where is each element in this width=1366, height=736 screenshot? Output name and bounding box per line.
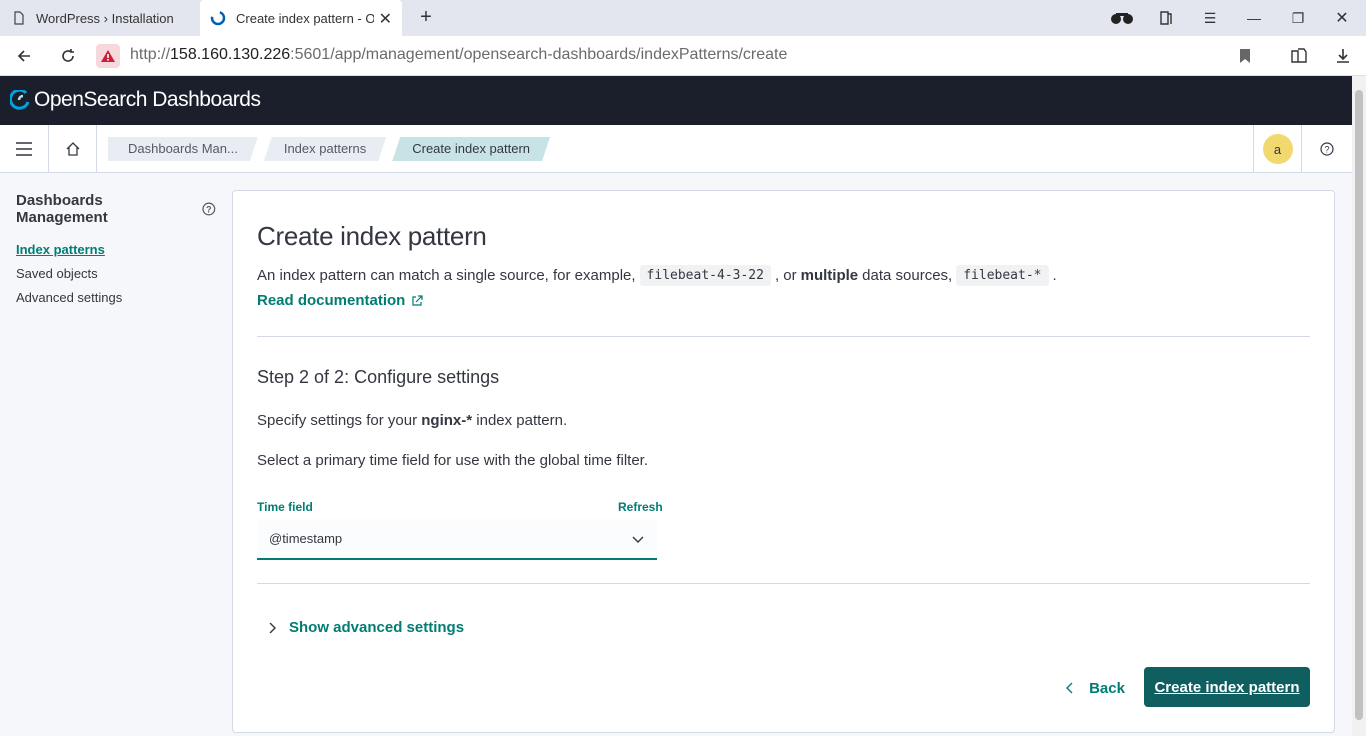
example-code-multiple: filebeat-* (956, 265, 1049, 286)
description-text: An index pattern can match a single sour… (257, 267, 636, 284)
sidebar-item-index-patterns[interactable]: Index patterns (16, 242, 216, 257)
description-bold: multiple (800, 267, 859, 284)
read-documentation-link[interactable]: Read documentation (257, 292, 423, 309)
divider (257, 583, 1310, 584)
url-prefix: http:// (130, 46, 171, 63)
back-arrow-icon[interactable] (12, 44, 36, 68)
svg-text:?: ? (1324, 145, 1329, 155)
close-window-icon[interactable]: ✕ (1320, 0, 1364, 36)
step-title: Step 2 of 2: Configure settings (257, 367, 500, 387)
main-panel: Create index pattern An index pattern ca… (232, 190, 1335, 733)
breadcrumb-bar: Dashboards Man... Index patterns Create … (0, 125, 1352, 173)
url-host: 158.160.130.226 (170, 46, 291, 63)
tab-title: Create index pattern - O (236, 10, 374, 26)
browser-tab-bar: WordPress › Installation Create index pa… (0, 0, 1366, 36)
back-button[interactable]: Back (1055, 668, 1135, 708)
side-nav: Dashboards Management ? Index patterns S… (16, 192, 216, 305)
help-icon[interactable]: ? (202, 202, 216, 216)
description-text: data sources, (862, 267, 953, 284)
url-path: :5601/app/management/opensearch-dashboar… (290, 46, 788, 63)
breadcrumb-create-index-pattern: Create index pattern (392, 137, 550, 161)
show-advanced-settings-toggle[interactable]: Show advanced settings (267, 619, 464, 636)
private-browsing-icon (1100, 0, 1144, 36)
refresh-button[interactable]: Refresh (618, 500, 663, 514)
scrollbar-thumb[interactable] (1355, 90, 1363, 720)
side-nav-title: Dashboards Management ? (16, 192, 216, 226)
description-text: , or (774, 267, 797, 284)
svg-text:?: ? (206, 204, 211, 214)
show-advanced-settings-label: Show advanced settings (289, 619, 465, 636)
time-field-value: @timestamp (269, 531, 343, 546)
external-link-icon (412, 294, 423, 306)
logo-text: OpenSearch Dashboards (34, 88, 261, 111)
bookmark-icon[interactable] (1233, 44, 1257, 68)
create-index-pattern-button[interactable]: Create index pattern (1144, 667, 1310, 707)
avatar[interactable]: a (1262, 134, 1293, 164)
extensions-icon[interactable] (1144, 0, 1188, 36)
index-pattern-name: nginx-* (421, 412, 473, 429)
download-icon[interactable] (1331, 44, 1355, 68)
insecure-warning-icon[interactable] (96, 44, 120, 68)
specify-text: index pattern. (476, 412, 568, 429)
opensearch-favicon-icon (210, 10, 226, 26)
breadcrumb-index-patterns[interactable]: Index patterns (264, 137, 386, 161)
reload-icon[interactable] (56, 44, 80, 68)
time-field-help: Select a primary time field for use with… (257, 452, 648, 469)
tab-title: WordPress › Installation (36, 10, 174, 26)
read-documentation-label: Read documentation (257, 292, 406, 309)
browser-address-bar: http://158.160.130.226:5601/app/manageme… (0, 36, 1366, 76)
opensearch-logo[interactable]: OpenSearch Dashboards (10, 88, 261, 112)
breadcrumb-dashboards-management[interactable]: Dashboards Man... (108, 137, 258, 161)
close-tab-icon[interactable]: ✕ (379, 9, 392, 29)
browser-tab-wordpress[interactable]: WordPress › Installation (0, 0, 200, 36)
restore-icon[interactable]: ❐ (1276, 0, 1320, 36)
back-label: Back (1089, 679, 1125, 697)
hamburger-menu-icon[interactable] (0, 125, 48, 173)
opensearch-logo-icon (10, 90, 30, 110)
breadcrumb: Dashboards Man... Index patterns Create … (108, 137, 556, 161)
divider (257, 336, 1310, 337)
side-nav-title-text: Dashboards Management (16, 192, 108, 226)
collections-icon[interactable] (1287, 44, 1311, 68)
home-icon[interactable] (48, 125, 97, 173)
user-menu[interactable]: a (1253, 125, 1302, 173)
minimize-icon[interactable]: — (1232, 0, 1276, 36)
sidebar-item-saved-objects[interactable]: Saved objects (16, 266, 216, 281)
url-field[interactable]: http://158.160.130.226:5601/app/manageme… (130, 46, 787, 64)
specify-text: Specify settings for your (257, 412, 418, 429)
page-title: Create index pattern (257, 221, 487, 251)
new-tab-button[interactable]: + (414, 6, 438, 30)
sidebar-item-advanced-settings[interactable]: Advanced settings (16, 290, 216, 305)
browser-tab-create-index-pattern[interactable]: Create index pattern - O ✕ (200, 0, 402, 36)
chevron-right-icon (269, 622, 276, 633)
example-code-single: filebeat-4-3-22 (639, 265, 771, 286)
page-description: An index pattern can match a single sour… (257, 265, 1057, 286)
specify-settings-text: Specify settings for your nginx-* index … (257, 412, 567, 429)
time-field-label: Time field (257, 500, 313, 514)
app-header: OpenSearch Dashboards (0, 76, 1352, 125)
page-scrollbar[interactable] (1352, 76, 1366, 736)
help-icon[interactable]: ? (1303, 125, 1351, 173)
menu-icon[interactable]: ☰ (1188, 0, 1232, 36)
chevron-down-icon (632, 536, 644, 543)
chevron-left-icon (1066, 682, 1073, 694)
description-text: . (1052, 267, 1057, 284)
document-icon (14, 11, 24, 25)
time-field-select[interactable]: @timestamp (257, 519, 657, 560)
